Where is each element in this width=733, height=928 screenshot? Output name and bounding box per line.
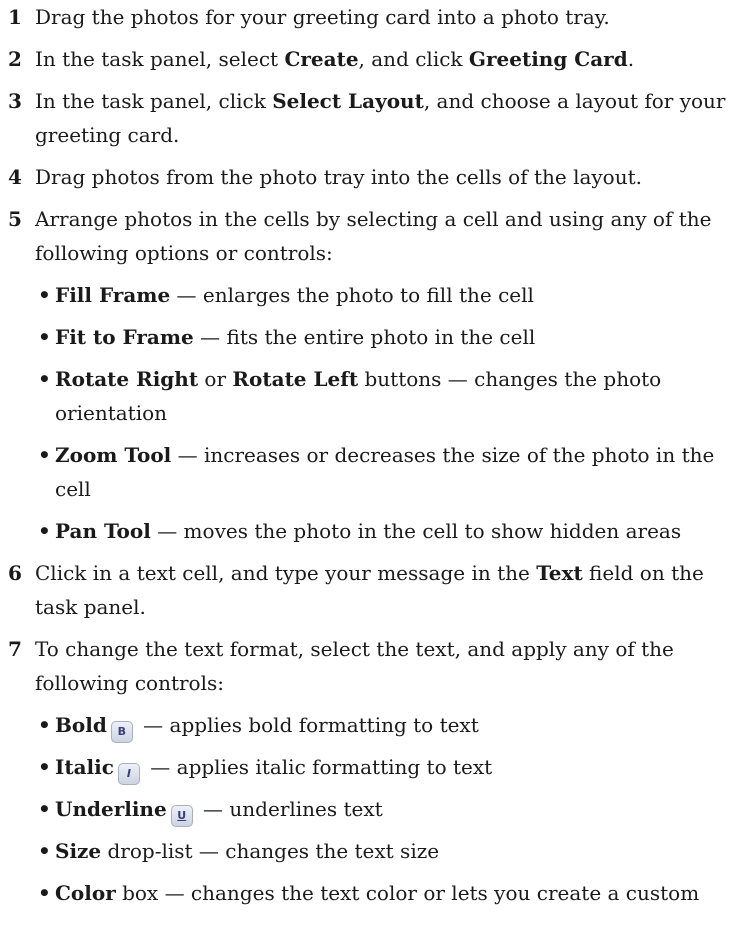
create-label: Create <box>284 47 359 71</box>
step-text: Click in a text cell, and type your mess… <box>35 561 704 619</box>
control-size: • Size drop-list — changes the text size <box>38 834 729 868</box>
control-color: • Color box — changes the text color or … <box>38 876 729 910</box>
text-field-label: Text <box>536 561 583 585</box>
step-text: To change the text format, select the te… <box>35 637 674 695</box>
step-number: 1 <box>8 5 22 29</box>
bullet-icon: • <box>38 839 51 863</box>
step-1: 1 Drag the photos for your greeting card… <box>8 0 729 34</box>
option-fill-frame: • Fill Frame — enlarges the photo to fil… <box>38 278 729 312</box>
step-7: 7 To change the text format, select the … <box>8 632 729 700</box>
step-text: Drag the photos for your greeting card i… <box>35 5 610 29</box>
step-3: 3 In the task panel, click Select Layout… <box>8 84 729 152</box>
step-text: Arrange photos in the cells by selecting… <box>35 207 712 265</box>
step-5: 5 Arrange photos in the cells by selecti… <box>8 202 729 270</box>
bullet-icon: • <box>38 713 51 737</box>
step-6: 6 Click in a text cell, and type your me… <box>8 556 729 624</box>
underline-icon: U <box>170 805 193 827</box>
greeting-card-label: Greeting Card <box>468 47 628 71</box>
bullet-icon: • <box>38 325 51 349</box>
select-layout-label: Select Layout <box>272 89 424 113</box>
option-rotate: • Rotate Right or Rotate Left buttons — … <box>38 362 729 430</box>
step-2: 2 In the task panel, select Create, and … <box>8 42 729 76</box>
bullet-icon: • <box>38 443 51 467</box>
step-number: 5 <box>8 207 22 231</box>
option-fit-to-frame: • Fit to Frame — fits the entire photo i… <box>38 320 729 354</box>
option-zoom-tool: • Zoom Tool — increases or decreases the… <box>38 438 729 506</box>
step-text: In the task panel, click Select Layout, … <box>35 89 726 147</box>
step-number: 4 <box>8 165 22 189</box>
control-underline: • Underline U — underlines text <box>38 792 729 827</box>
bullet-icon: • <box>38 367 51 391</box>
step-text: In the task panel, select Create, and cl… <box>35 47 635 71</box>
bullet-icon: • <box>38 755 51 779</box>
step-4: 4 Drag photos from the photo tray into t… <box>8 160 729 194</box>
control-italic: • Italic I — applies italic formatting to… <box>38 750 729 785</box>
step-number: 6 <box>8 561 22 585</box>
step-text: Drag photos from the photo tray into the… <box>35 165 643 189</box>
option-pan-tool: • Pan Tool — moves the photo in the cell… <box>38 514 729 548</box>
bullet-icon: • <box>38 797 51 821</box>
bullet-icon: • <box>38 881 51 905</box>
italic-icon: I <box>117 763 140 785</box>
step-number: 2 <box>8 47 22 71</box>
control-bold: • Bold B — applies bold formatting to tex… <box>38 708 729 743</box>
bullet-icon: • <box>38 519 51 543</box>
bullet-icon: • <box>38 283 51 307</box>
bold-icon: B <box>110 721 133 743</box>
step-number: 3 <box>8 89 22 113</box>
step-number: 7 <box>8 637 22 661</box>
